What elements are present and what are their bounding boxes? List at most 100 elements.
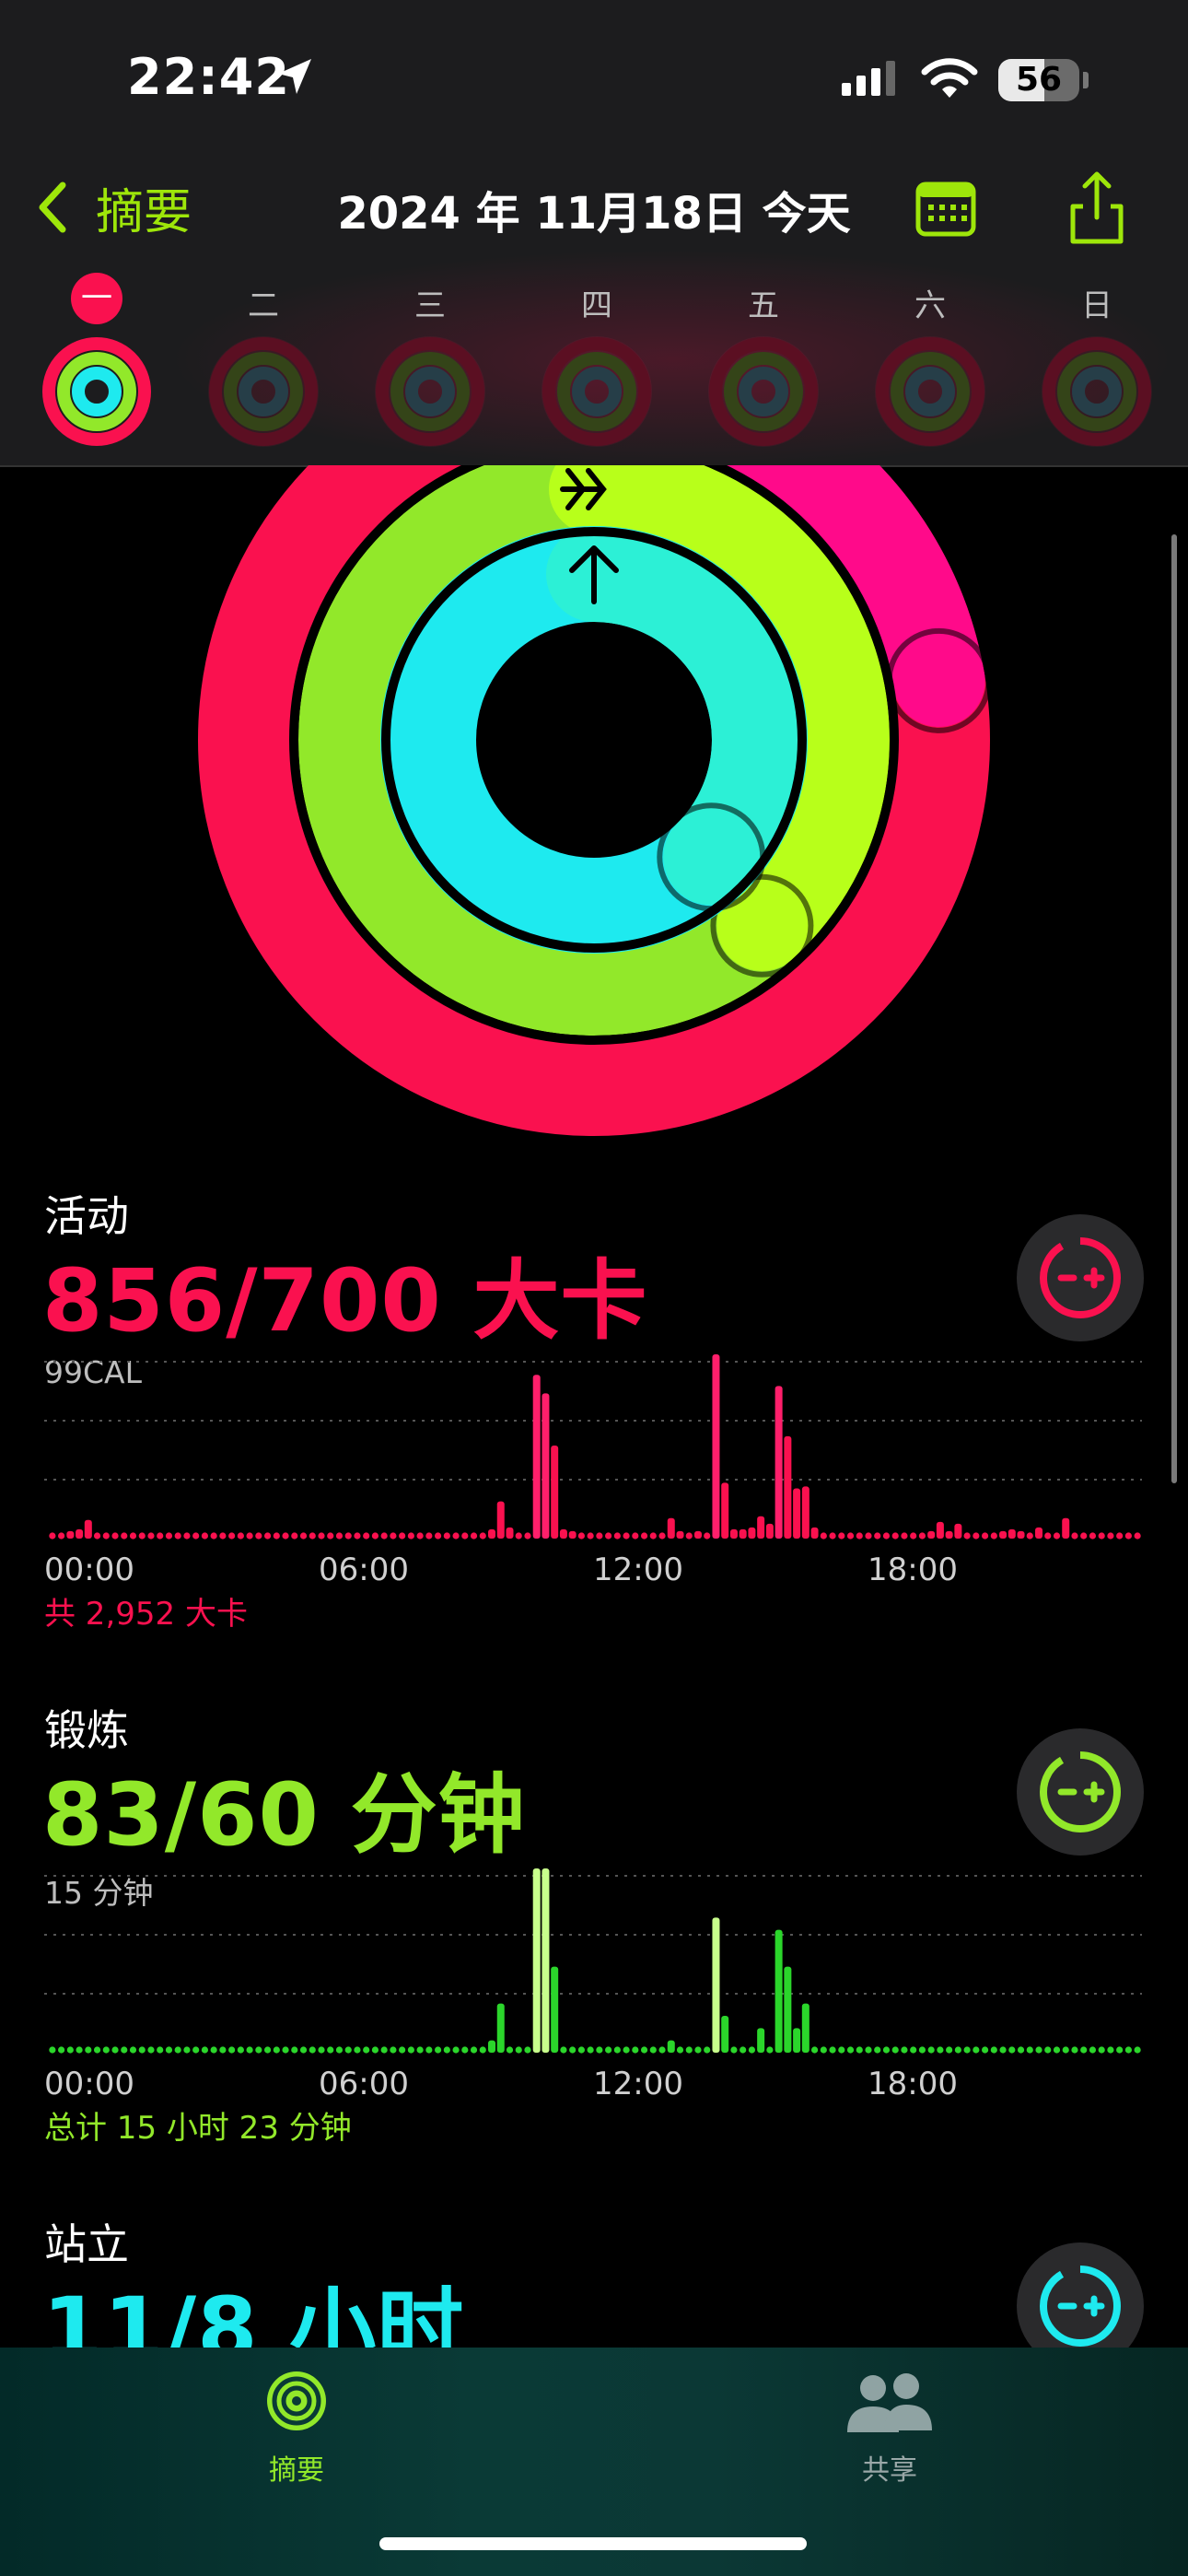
chart-bar — [793, 2028, 801, 2053]
chart-dot — [676, 2046, 684, 2054]
chart-dot — [390, 2046, 397, 2054]
chart-bar — [765, 1523, 774, 1539]
chart-dot — [704, 2046, 711, 2054]
chart-dot — [605, 1532, 612, 1540]
exercise-goal-button[interactable] — [1017, 1728, 1144, 1856]
chart-dot — [730, 2046, 738, 2054]
chart-bar — [551, 1445, 559, 1539]
chart-dot — [363, 2046, 370, 2054]
chart-dot — [846, 1532, 855, 1540]
chart-dot — [157, 2046, 164, 2054]
chart-dot — [165, 1532, 173, 1540]
chart-dot — [335, 1532, 344, 1540]
chart-dot — [335, 2046, 344, 2054]
week-day-rings-3[interactable] — [370, 332, 490, 451]
week-day-3[interactable]: 三 — [375, 280, 485, 325]
chart-dot — [1026, 2046, 1033, 2054]
chart-dot — [121, 2046, 128, 2054]
chart-dot — [443, 2046, 450, 2054]
share-icon[interactable] — [1068, 170, 1125, 245]
chart-dot — [1044, 1532, 1052, 1540]
battery-indicator: 56 — [998, 59, 1079, 101]
week-day-7[interactable]: 日 — [1042, 280, 1152, 325]
chart-dot — [354, 2046, 361, 2054]
chart-bar — [927, 1530, 936, 1539]
week-day-rings-6[interactable] — [870, 332, 990, 451]
chart-bar — [667, 2040, 675, 2053]
chart-dot — [111, 1532, 119, 1540]
chart-dot — [299, 1532, 308, 1540]
exercise-tick-2: 12:00 — [593, 2066, 683, 2102]
chart-dot — [613, 1532, 621, 1540]
chart-dot — [58, 1532, 65, 1540]
chart-bar — [693, 1530, 702, 1539]
chart-dot — [380, 2046, 388, 2054]
chart-dot — [515, 1532, 522, 1540]
chart-dot — [856, 2046, 863, 2054]
week-day-6[interactable]: 六 — [875, 280, 985, 325]
chart-dot — [390, 1532, 397, 1540]
chart-dot — [623, 2046, 630, 2054]
week-day-rings-1[interactable] — [37, 332, 157, 451]
activity-goal-button[interactable] — [1017, 1214, 1144, 1341]
week-day-rings-5[interactable] — [704, 332, 823, 451]
chart-dot — [1071, 2046, 1078, 2054]
chart-dot — [309, 1532, 316, 1540]
chart-dot — [1134, 1532, 1141, 1540]
chart-dot — [255, 1532, 262, 1540]
activity-total: 共 2,952 大卡 — [44, 1596, 248, 1633]
chart-dot — [882, 1532, 891, 1540]
chart-dot — [157, 1532, 164, 1540]
chart-dot — [748, 2046, 756, 2054]
week-day-4[interactable]: 四 — [542, 280, 652, 325]
chart-dot — [443, 1532, 450, 1540]
chart-dot — [201, 2046, 209, 2054]
chart-bar — [793, 1488, 801, 1539]
chart-dot — [658, 1532, 666, 1540]
tab-summary[interactable]: 摘要 — [186, 2359, 407, 2488]
location-arrow-icon — [278, 59, 311, 94]
chart-dot — [927, 2046, 935, 2054]
chart-dot — [237, 2046, 244, 2054]
chart-dot — [255, 2046, 262, 2054]
week-day-rings-4[interactable] — [537, 332, 657, 451]
chart-dot — [1080, 2046, 1088, 2054]
chart-dot — [192, 1532, 200, 1540]
activity-tick-1: 06:00 — [319, 1551, 409, 1588]
week-day-rings-2[interactable] — [204, 332, 323, 451]
chart-dot — [85, 2046, 92, 2054]
chart-dot — [577, 2046, 585, 2054]
chart-dot — [990, 2046, 997, 2054]
chart-dot — [147, 1532, 155, 1540]
chart-bar — [712, 1917, 720, 2053]
chart-dot — [1089, 1532, 1097, 1540]
chart-dot — [891, 2046, 899, 2054]
calendar-icon[interactable] — [915, 179, 976, 238]
chart-bar — [532, 1375, 541, 1539]
chart-dot — [910, 2046, 917, 2054]
week-day-1[interactable]: 一 — [71, 273, 122, 324]
chart-dot — [946, 2046, 953, 2054]
activity-rings-icon — [267, 2371, 326, 2430]
chart-dot — [1044, 2046, 1052, 2054]
week-strip: 一二三四五六日 — [0, 267, 1188, 451]
exercise-chart — [44, 1868, 1142, 2054]
chart-dot — [1124, 1532, 1132, 1540]
week-day-2[interactable]: 二 — [208, 280, 319, 325]
week-day-rings-7[interactable] — [1037, 332, 1157, 451]
chart-dot — [380, 1532, 388, 1540]
chart-bar — [775, 1386, 783, 1539]
chart-bar — [1017, 1530, 1025, 1539]
chart-dot — [452, 2046, 460, 2054]
chart-dot — [246, 1532, 253, 1540]
activity-tick-2: 12:00 — [593, 1551, 683, 1588]
chart-dot — [1071, 1532, 1078, 1540]
chart-dot — [138, 1532, 146, 1540]
chart-bar — [936, 1521, 944, 1539]
chart-dot — [569, 2046, 577, 2054]
chart-bar — [757, 2028, 765, 2053]
chart-dot — [810, 2046, 819, 2054]
tab-sharing[interactable]: 共享 — [779, 2359, 1000, 2488]
chart-dot — [425, 1532, 433, 1540]
week-day-5[interactable]: 五 — [708, 280, 819, 325]
